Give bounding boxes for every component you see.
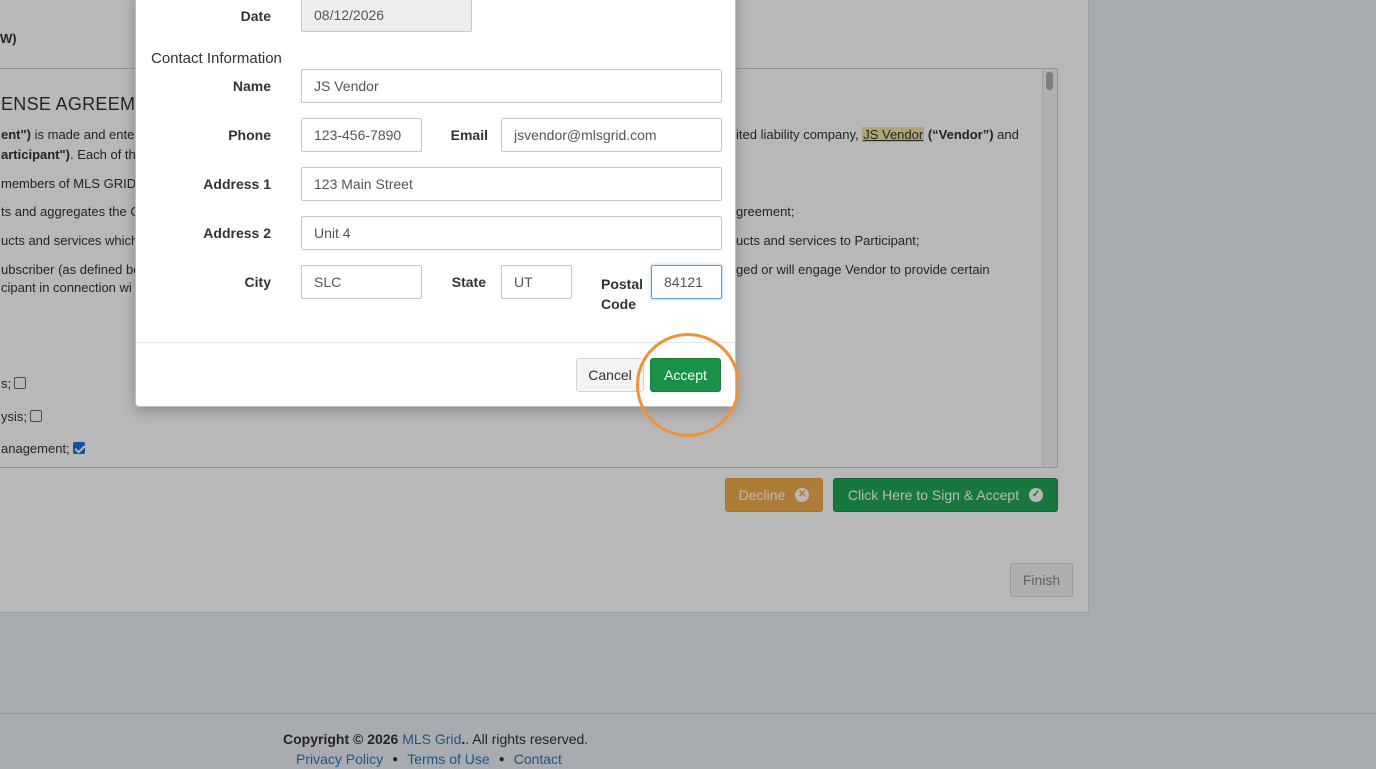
date-label: Date <box>240 8 271 24</box>
email-label: Email <box>450 127 488 143</box>
phone-field[interactable] <box>301 118 422 152</box>
address2-label: Address 2 <box>203 225 271 241</box>
name-label: Name <box>232 78 271 94</box>
address1-label: Address 1 <box>203 176 271 192</box>
date-field[interactable] <box>301 0 472 32</box>
name-field[interactable] <box>301 69 722 103</box>
state-label: State <box>451 274 486 290</box>
city-label: City <box>244 274 271 290</box>
postal-code-field[interactable] <box>651 265 722 299</box>
email-field[interactable] <box>501 118 722 152</box>
postal-code-label: Postal Code <box>601 276 644 312</box>
contact-information-heading: Contact Information <box>151 50 282 67</box>
accept-button[interactable]: Accept <box>650 358 721 392</box>
address1-field[interactable] <box>301 167 722 201</box>
contact-info-modal: Date Contact Information Name Phone Emai… <box>135 0 736 407</box>
state-field[interactable] <box>501 265 572 299</box>
phone-label: Phone <box>228 127 271 143</box>
address2-field[interactable] <box>301 216 722 250</box>
cancel-button[interactable]: Cancel <box>576 358 644 392</box>
modal-footer-divider <box>136 342 735 343</box>
city-field[interactable] <box>301 265 422 299</box>
